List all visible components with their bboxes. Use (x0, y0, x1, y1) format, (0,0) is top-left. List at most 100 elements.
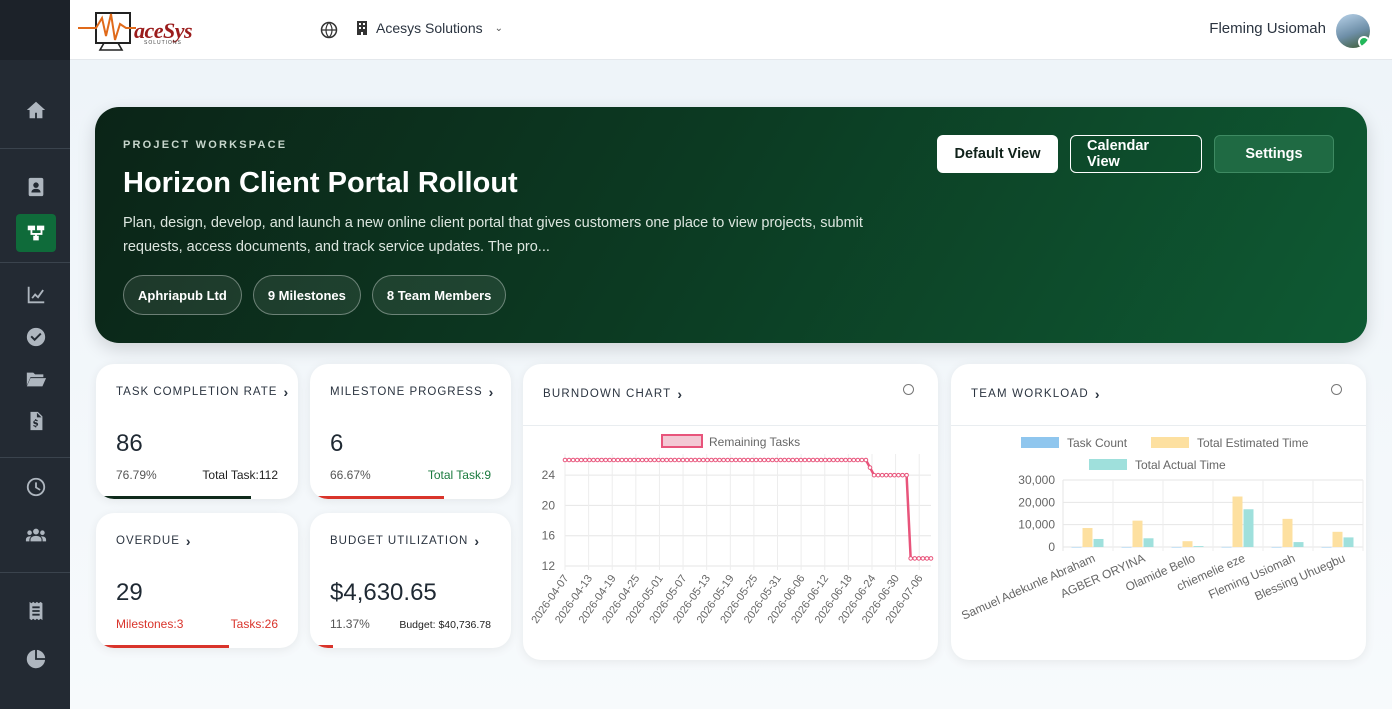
top-header: aceSys SOLUTIONS Acesys Solutions ⌄ Flem… (70, 0, 1392, 60)
workload-bar (1182, 541, 1193, 547)
workload-bar (1132, 520, 1143, 547)
sidebar-item-contacts[interactable] (16, 168, 56, 206)
data-point (822, 457, 828, 463)
sidebar-item-reports[interactable] (16, 276, 56, 314)
data-point (863, 457, 869, 463)
panel-title[interactable]: TEAM WORKLOAD › (971, 386, 1101, 402)
organization-switcher[interactable]: Acesys Solutions ⌄ (356, 20, 503, 36)
milestone-progress-card[interactable]: MILESTONE PROGRESS › 6 66.67% Total Task:… (310, 364, 511, 499)
data-point (619, 457, 625, 463)
loading-indicator-icon (1331, 384, 1342, 395)
calendar-view-button[interactable]: Calendar View (1070, 135, 1202, 173)
card-title: TASK COMPLETION RATE › (116, 384, 289, 400)
data-point (827, 457, 832, 463)
panel-title[interactable]: BURNDOWN CHART › (543, 386, 683, 402)
card-title-text: TASK COMPLETION RATE (116, 386, 278, 398)
sidebar-item-invoices[interactable] (16, 402, 56, 440)
data-point (733, 457, 739, 463)
data-point (725, 457, 730, 463)
data-point (664, 457, 669, 463)
data-point (835, 457, 840, 463)
data-point (705, 457, 710, 463)
data-point (851, 457, 857, 463)
task-completion-card[interactable]: TASK COMPLETION RATE › 86 76.79% Total Ta… (96, 364, 298, 499)
data-point (717, 457, 722, 463)
data-point (875, 472, 881, 478)
legend-swatch (1151, 437, 1189, 448)
project-hero-banner: PROJECT WORKSPACE Horizon Client Portal … (95, 107, 1367, 343)
data-point (611, 457, 617, 463)
sidebar-item-projects[interactable] (16, 214, 56, 252)
team-members-pill[interactable]: 8 Team Members (371, 275, 507, 315)
default-view-button[interactable]: Default View (937, 135, 1058, 173)
data-point (692, 457, 698, 463)
settings-button[interactable]: Settings (1214, 135, 1334, 173)
data-point (753, 457, 759, 463)
data-point (660, 457, 665, 463)
sidebar-item-home[interactable] (16, 91, 56, 129)
data-point (599, 457, 604, 463)
overdue-card[interactable]: OVERDUE › 29 Milestones:3 Tasks:26 (96, 513, 298, 648)
workload-bar (1271, 546, 1282, 548)
workload-bar (1093, 538, 1104, 547)
chevron-right-icon: › (283, 384, 290, 400)
data-point (867, 465, 873, 470)
workload-bar (1293, 542, 1304, 547)
data-point (883, 472, 889, 478)
data-point (810, 457, 816, 463)
milestones-pill[interactable]: 9 Milestones (252, 275, 361, 315)
sidebar-item-timesheets[interactable] (16, 468, 56, 506)
data-point (615, 457, 621, 463)
data-point (656, 457, 661, 463)
sidebar-item-analytics[interactable] (16, 640, 56, 678)
y-tick-label: 0 (1048, 540, 1055, 554)
data-point (644, 457, 649, 463)
project-title: Horizon Client Portal Rollout (123, 167, 518, 199)
home-icon (26, 101, 46, 119)
data-point (591, 457, 596, 463)
data-point (843, 457, 848, 463)
sidebar-item-expenses[interactable] (16, 592, 56, 630)
progress-bar (310, 496, 444, 499)
project-tree-icon (27, 225, 45, 241)
data-point (766, 457, 771, 463)
brand-logo[interactable]: aceSys SOLUTIONS (76, 8, 226, 52)
sidebar-top-strip (0, 0, 70, 60)
receipt-icon (29, 601, 43, 621)
data-point (839, 457, 844, 463)
data-point (924, 556, 930, 561)
sidebar-divider (0, 457, 70, 458)
data-point (908, 556, 913, 561)
workload-bar (1082, 528, 1093, 547)
card-title-text: BUDGET UTILIZATION (330, 535, 469, 547)
legend-swatch (661, 434, 703, 448)
sidebar-item-tasks[interactable] (16, 318, 56, 356)
user-name[interactable]: Fleming Usiomah (1209, 20, 1326, 37)
contacts-icon (28, 177, 44, 197)
globe-icon[interactable] (320, 21, 338, 39)
workload-bar (1193, 546, 1204, 547)
legend-swatch (1089, 459, 1127, 470)
data-point (574, 457, 580, 463)
client-pill[interactable]: Aphriapub Ltd (123, 275, 242, 315)
avatar[interactable] (1336, 14, 1370, 48)
workload-bar (1071, 546, 1082, 548)
data-point (737, 457, 743, 463)
workload-bar (1243, 509, 1254, 547)
brand-tagline: SOLUTIONS (144, 40, 182, 46)
data-point (892, 472, 897, 478)
data-point (782, 457, 787, 463)
sidebar-item-team[interactable] (16, 516, 56, 554)
team-workload-chart: Task Count Total Estimated Time Total Actu… (959, 436, 1364, 623)
sidebar-item-documents[interactable] (16, 360, 56, 398)
card-value: $4,630.65 (330, 579, 437, 606)
pie-chart-icon (26, 649, 46, 669)
budget-utilization-card[interactable]: BUDGET UTILIZATION › $4,630.65 11.37% Bud… (310, 513, 511, 648)
legend-label: Remaining Tasks (709, 435, 800, 449)
card-title-text: OVERDUE (116, 535, 180, 547)
data-point (578, 457, 584, 463)
panel-title-text: BURNDOWN CHART (543, 388, 672, 400)
workload-bar (1282, 518, 1293, 547)
data-point (798, 457, 804, 463)
y-tick-label: 24 (542, 468, 556, 482)
